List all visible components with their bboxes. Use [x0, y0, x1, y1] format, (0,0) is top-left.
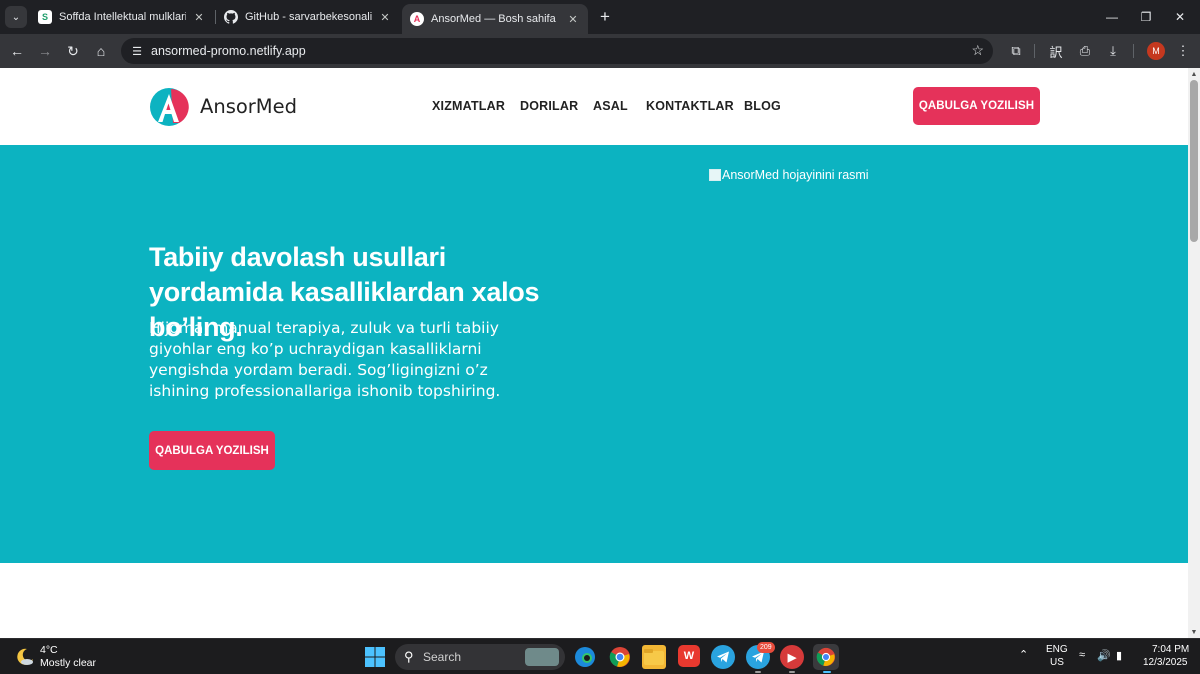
scrollbar-thumb[interactable]	[1190, 80, 1198, 242]
tab-title: AnsorMed — Bosh sahifa	[431, 13, 556, 25]
keyboard-layout[interactable]: US	[1050, 657, 1064, 668]
profile-avatar[interactable]: M	[1147, 42, 1165, 60]
tab-search-chevron-icon[interactable]: ⌄	[5, 6, 27, 28]
tray-expand-chevron-icon[interactable]: ⌃	[1019, 648, 1028, 661]
address-bar[interactable]: ☰ ansormed-promo.netlify.app ☆	[121, 38, 993, 64]
scroll-up-icon[interactable]: ▲	[1190, 70, 1198, 78]
nav-dorilar[interactable]: DORILAR	[520, 99, 578, 113]
forward-arrow-icon[interactable]: →	[33, 39, 57, 63]
wifi-icon[interactable]: ≈	[1079, 649, 1085, 661]
minimize-icon[interactable]: —	[1097, 6, 1127, 28]
clock-time[interactable]: 7:04 PM	[1152, 644, 1189, 655]
nav-kontaktlar[interactable]: KONTAKTLAR	[646, 99, 734, 113]
hero-description: Hijoma, manual terapiya, zuluk va turli …	[149, 319, 501, 400]
toolbar-separator	[1034, 44, 1035, 58]
weather-temperature[interactable]: 4°C	[40, 644, 58, 656]
site-header: AnsorMed XIZMATLAR DORILAR ASAL KONTAKTL…	[0, 68, 1188, 145]
tab-title: Soffda Intellektual mulklaringiz	[59, 11, 186, 23]
soffda-icon: S	[38, 10, 52, 24]
search-label: Search	[423, 650, 462, 664]
toolbar-separator	[1133, 44, 1134, 58]
url-text: ansormed-promo.netlify.app	[151, 44, 306, 58]
search-icon: ⚲	[404, 649, 414, 664]
tab-close-icon[interactable]: ✕	[192, 11, 206, 24]
wps-office-icon[interactable]: W	[678, 645, 700, 667]
translate-icon[interactable]: 訳	[1044, 39, 1068, 63]
page-scrollbar[interactable]: ▲ ▼	[1188, 68, 1200, 638]
bookmark-star-icon[interactable]: ☆	[971, 42, 984, 59]
print-icon[interactable]: ⎙	[1073, 39, 1097, 63]
github-icon	[224, 10, 238, 24]
chrome-profile-icon[interactable]	[813, 644, 839, 670]
home-icon[interactable]: ⌂	[89, 39, 113, 63]
back-arrow-icon[interactable]: ←	[5, 39, 29, 63]
moon-weather-icon[interactable]	[15, 647, 35, 667]
volume-icon[interactable]: 🔊	[1097, 649, 1111, 662]
tab-ansormed[interactable]: A AnsorMed — Bosh sahifa ✕	[402, 4, 588, 34]
nav-xizmatlar[interactable]: XIZMATLAR	[432, 99, 505, 113]
download-icon[interactable]: ⤓	[1101, 39, 1125, 63]
language-indicator[interactable]: ENG	[1046, 644, 1068, 655]
app-running-indicator	[755, 671, 761, 673]
telegram-icon[interactable]	[711, 645, 735, 669]
media-player-icon[interactable]: ▶	[780, 645, 804, 669]
tab-close-icon[interactable]: ✕	[378, 11, 392, 24]
windows-taskbar: 4°C Mostly clear ⚲ Search W 209 ▶ ⌃ ENG …	[0, 638, 1200, 674]
hero-appointment-button[interactable]: QABULGA YOZILISH	[149, 431, 275, 470]
clock-date[interactable]: 12/3/2025	[1143, 657, 1188, 668]
battery-icon[interactable]: ▮	[1116, 649, 1122, 662]
tab-github[interactable]: GitHub - sarvarbekesonaliyev/A ✕	[216, 4, 400, 30]
site-info-icon[interactable]: ☰	[129, 43, 145, 59]
broken-image-icon	[709, 169, 721, 181]
header-appointment-button[interactable]: QABULGA YOZILISH	[913, 87, 1040, 125]
more-menu-icon[interactable]: ⋮	[1171, 39, 1195, 63]
windows-start-icon[interactable]	[364, 646, 386, 668]
scroll-down-icon[interactable]: ▼	[1190, 628, 1198, 636]
search-highlight-image	[525, 648, 559, 666]
chrome-icon[interactable]	[608, 645, 632, 669]
app-running-indicator	[789, 671, 795, 673]
browser-tab-bar: ⌄ S Soffda Intellektual mulklaringiz ✕ G…	[0, 0, 1200, 34]
ansormed-icon: A	[410, 12, 424, 26]
taskbar-search-box[interactable]: ⚲ Search	[395, 644, 565, 670]
nav-blog[interactable]: BLOG	[744, 99, 781, 113]
hero-image-alt-text: AnsorMed hojayinini rasmi	[722, 168, 869, 182]
hero-section: AnsorMed hojayinini rasmi Tabiiy davolas…	[0, 145, 1188, 563]
tab-close-icon[interactable]: ✕	[566, 13, 580, 26]
new-tab-icon[interactable]: +	[594, 6, 616, 28]
weather-description[interactable]: Mostly clear	[40, 657, 96, 669]
tab-title: GitHub - sarvarbekesonaliyev/A	[245, 11, 372, 23]
browser-toolbar: ← → ↻ ⌂ ☰ ansormed-promo.netlify.app ☆ ⧉…	[0, 34, 1200, 68]
file-explorer-icon[interactable]	[642, 645, 666, 669]
app-active-indicator	[823, 671, 831, 673]
brand-name[interactable]: AnsorMed	[200, 95, 297, 118]
hero-image-broken: AnsorMed hojayinini rasmi	[709, 168, 869, 182]
web-page: AnsorMed XIZMATLAR DORILAR ASAL KONTAKTL…	[0, 68, 1188, 638]
ansormed-logo-icon[interactable]	[149, 87, 189, 127]
nav-asal[interactable]: ASAL	[593, 99, 628, 113]
telegram-unread-badge: 209	[757, 642, 775, 653]
extensions-icon[interactable]: ⧉	[1004, 39, 1028, 63]
window-close-icon[interactable]: ✕	[1165, 6, 1195, 28]
reload-icon[interactable]: ↻	[61, 39, 85, 63]
restore-icon[interactable]: ❐	[1131, 6, 1161, 28]
edge-icon[interactable]	[573, 645, 597, 669]
tab-soffda[interactable]: S Soffda Intellektual mulklaringiz ✕	[30, 4, 214, 30]
